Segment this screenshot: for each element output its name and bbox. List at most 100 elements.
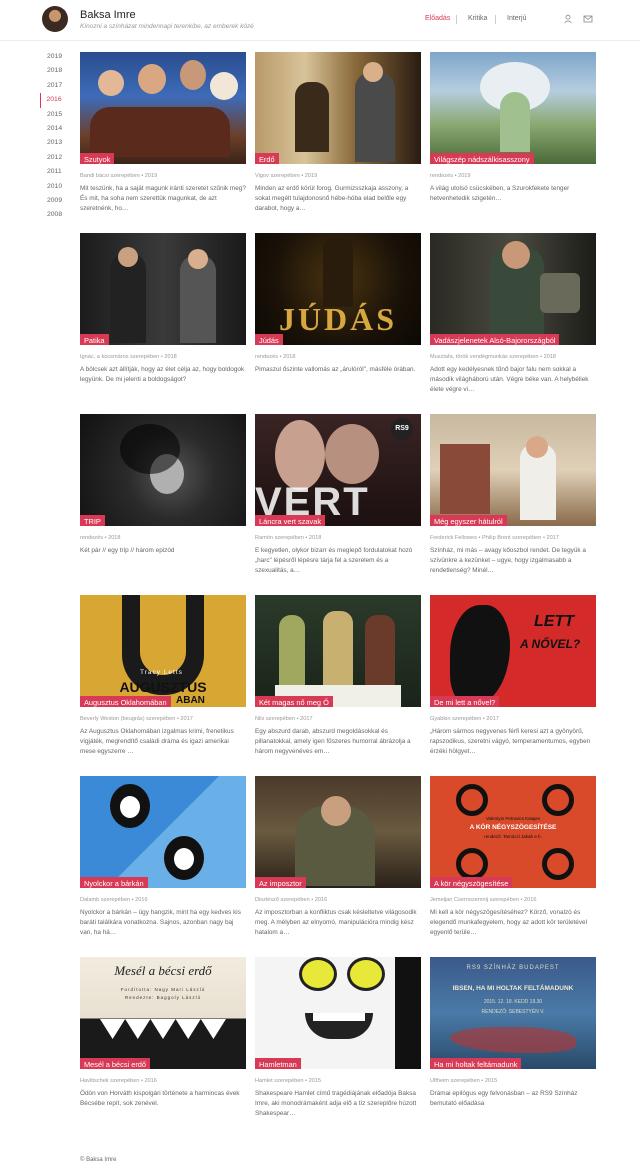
- production-title-tag[interactable]: Láncra vert szavak: [255, 515, 326, 526]
- production-card[interactable]: Világszép nádszálkisasszony rendezés • 2…: [430, 52, 596, 204]
- production-card[interactable]: Mesél a bécsi erdő Fordította: Nagy Mari…: [80, 957, 246, 1109]
- production-title-tag[interactable]: Még egyszer hátulról: [430, 515, 507, 526]
- production-title-tag[interactable]: Szutyok: [80, 153, 115, 164]
- actor-head: [526, 436, 548, 458]
- production-title-tag[interactable]: Világszép nádszálkisasszony: [430, 153, 534, 164]
- production-card[interactable]: LETT A NŐVEL? De mi lett a nővel? Gyabki…: [430, 595, 596, 757]
- production-title-tag[interactable]: Vadászjelenetek Alsó-Bajorországból: [430, 334, 560, 345]
- production-title-tag[interactable]: TRIP: [80, 515, 105, 526]
- production-card[interactable]: Patika Ignác, a kocsmáros szerepében • 2…: [80, 233, 246, 385]
- poster-translator-text: Fordította: Nagy Mari László: [120, 987, 206, 992]
- avatar[interactable]: [42, 6, 68, 32]
- production-thumbnail[interactable]: Erdő: [255, 52, 421, 164]
- production-excerpt: Az imposztorban a konfliktus csak késlel…: [255, 909, 417, 936]
- production-title-tag[interactable]: Hamletman: [255, 1058, 301, 1069]
- actor-head: [321, 796, 351, 826]
- production-thumbnail[interactable]: Két magas nő meg Ő: [255, 595, 421, 707]
- production-card[interactable]: Nyolckor a bárkán Dalamb szerepében • 20…: [80, 776, 246, 938]
- production-card[interactable]: Vadászjelenetek Alsó-Bajorországból Musz…: [430, 233, 596, 395]
- production-thumbnail[interactable]: TRIP: [80, 414, 246, 526]
- user-icon[interactable]: [563, 14, 573, 24]
- goggle-shape: [299, 957, 337, 991]
- production-title-tag[interactable]: Erdő: [255, 153, 279, 164]
- production-card[interactable]: RS9 VERT Láncra vert szavak Ramón szerep…: [255, 414, 421, 576]
- teeth-shape: [313, 1013, 365, 1021]
- prop-shape: [540, 273, 580, 313]
- production-card[interactable]: Még egyszer hátulról Frederick Fellowes …: [430, 414, 596, 576]
- production-thumbnail[interactable]: Patika: [80, 233, 246, 345]
- production-card[interactable]: JÚDÁS Júdás rendezés • 2018 Pimaszul ősz…: [255, 233, 421, 375]
- poster-silhouette: [450, 605, 510, 705]
- production-excerpt: Adott egy kedélyesnek tűnő bajor falu ne…: [430, 366, 589, 393]
- production-thumbnail[interactable]: Az imposztor: [255, 776, 421, 888]
- production-thumbnail[interactable]: Nyolckor a bárkán: [80, 776, 246, 888]
- poster-director-text: Rendezte: Baggoly László: [124, 995, 202, 1000]
- production-thumbnail[interactable]: LETT A NŐVEL? De mi lett a nővel?: [430, 595, 596, 707]
- production-title-tag[interactable]: Az imposztor: [255, 877, 306, 888]
- production-title-tag[interactable]: De mi lett a nővel?: [430, 696, 500, 707]
- actor-figure: [138, 64, 166, 94]
- year-link[interactable]: 2012: [40, 151, 68, 165]
- mail-icon[interactable]: [583, 14, 593, 24]
- production-card[interactable]: Két magas nő meg Ő Nils szerepében • 201…: [255, 595, 421, 757]
- production-card[interactable]: Hamletman Hamlet szerepében • 2015 Shake…: [255, 957, 421, 1119]
- year-link[interactable]: 2019: [40, 50, 68, 64]
- production-title-tag[interactable]: Ha mi holtak feltámadunk: [430, 1058, 522, 1069]
- production-meta: Beverly Weston (beugrás) szerepében • 20…: [80, 716, 193, 722]
- year-link[interactable]: 2015: [40, 108, 68, 122]
- year-link[interactable]: 2017: [40, 79, 68, 93]
- year-link[interactable]: 2008: [40, 208, 68, 222]
- production-thumbnail[interactable]: Szutyok: [80, 52, 246, 164]
- production-thumbnail[interactable]: RS9 VERT Láncra vert szavak: [255, 414, 421, 526]
- nav-eloadas[interactable]: Előadás: [425, 15, 450, 22]
- penguin-belly: [120, 796, 140, 818]
- poster-arch-inner: [140, 595, 186, 675]
- production-thumbnail[interactable]: JÚDÁS Júdás: [255, 233, 421, 345]
- production-thumbnail[interactable]: Tracy Letts AUGUSZTUS ABAN Augusztus Okl…: [80, 595, 246, 707]
- nav-divider: [495, 15, 496, 24]
- nav-kritika[interactable]: Kritika: [468, 15, 487, 22]
- production-card[interactable]: RS9 SZÍNHÁZ BUDAPEST IBSEN, HA MI HOLTAK…: [430, 957, 596, 1109]
- year-filter: 2019 2018 2017 2016 2015 2014 2013 2012 …: [40, 50, 68, 223]
- production-title-tag[interactable]: A kör négyszögesítése: [430, 877, 513, 888]
- production-thumbnail[interactable]: Vadászjelenetek Alsó-Bajorországból: [430, 233, 596, 345]
- production-excerpt: Az Augusztus Oklahomában izgalmas krimi,…: [80, 728, 234, 755]
- poster-title-text: A NŐVEL?: [520, 637, 581, 651]
- production-card[interactable]: Valentyin Petrovics Katajev A KÖR NÉGYSZ…: [430, 776, 596, 938]
- year-link[interactable]: 2010: [40, 180, 68, 194]
- year-link[interactable]: 2011: [40, 165, 68, 179]
- year-link-active[interactable]: 2016: [40, 93, 68, 108]
- year-link[interactable]: 2013: [40, 136, 68, 150]
- production-title-tag[interactable]: Két magas nő meg Ő: [255, 696, 333, 707]
- production-thumbnail[interactable]: Valentyin Petrovics Katajev A KÖR NÉGYSZ…: [430, 776, 596, 888]
- production-meta: Frederick Fellowes • Philip Brent szerep…: [430, 535, 559, 541]
- production-title-tag[interactable]: Mesél a bécsi erdő: [80, 1058, 151, 1069]
- year-link[interactable]: 2018: [40, 64, 68, 78]
- production-title-tag[interactable]: Augusztus Oklahomában: [80, 696, 171, 707]
- actor-figure: [98, 70, 124, 96]
- site-title[interactable]: Baksa Imre: [80, 9, 136, 21]
- production-card[interactable]: Szutyok Bandi bácsi szerepében • 2019 Mi…: [80, 52, 246, 214]
- production-thumbnail[interactable]: RS9 SZÍNHÁZ BUDAPEST IBSEN, HA MI HOLTAK…: [430, 957, 596, 1069]
- production-meta: Hamlet szerepében • 2015: [255, 1078, 322, 1084]
- production-title-tag[interactable]: Nyolckor a bárkán: [80, 877, 148, 888]
- production-card[interactable]: Tracy Letts AUGUSZTUS ABAN Augusztus Okl…: [80, 595, 246, 757]
- actor-figure: [355, 72, 395, 162]
- production-card[interactable]: Erdő Vigov szerepében • 2019 Minden az e…: [255, 52, 421, 214]
- poster-title-text: Mesél a bécsi erdő: [114, 963, 212, 978]
- production-thumbnail[interactable]: Hamletman: [255, 957, 421, 1069]
- production-thumbnail[interactable]: Még egyszer hátulról: [430, 414, 596, 526]
- production-title-tag[interactable]: Patika: [80, 334, 109, 345]
- production-card[interactable]: TRIP rendezés • 2018 Két pár // egy trip…: [80, 414, 246, 556]
- production-meta: rendezés • 2018: [255, 354, 296, 360]
- year-link[interactable]: 2009: [40, 194, 68, 208]
- nav-interju[interactable]: Interjú: [507, 15, 526, 22]
- production-card[interactable]: Az imposztor Diszlésző szerepében • 2016…: [255, 776, 421, 938]
- production-thumbnail[interactable]: Mesél a bécsi erdő Fordította: Nagy Mari…: [80, 957, 246, 1069]
- year-link[interactable]: 2014: [40, 122, 68, 136]
- production-thumbnail[interactable]: Világszép nádszálkisasszony: [430, 52, 596, 164]
- production-excerpt: Pimaszul őszinte vallomás az „árulóról",…: [255, 366, 416, 373]
- production-title-tag[interactable]: Júdás: [255, 334, 283, 345]
- production-meta: Havlitschek szerepében • 2016: [80, 1078, 157, 1084]
- poster-author-text: Valentyin Petrovics Katajev: [485, 816, 541, 821]
